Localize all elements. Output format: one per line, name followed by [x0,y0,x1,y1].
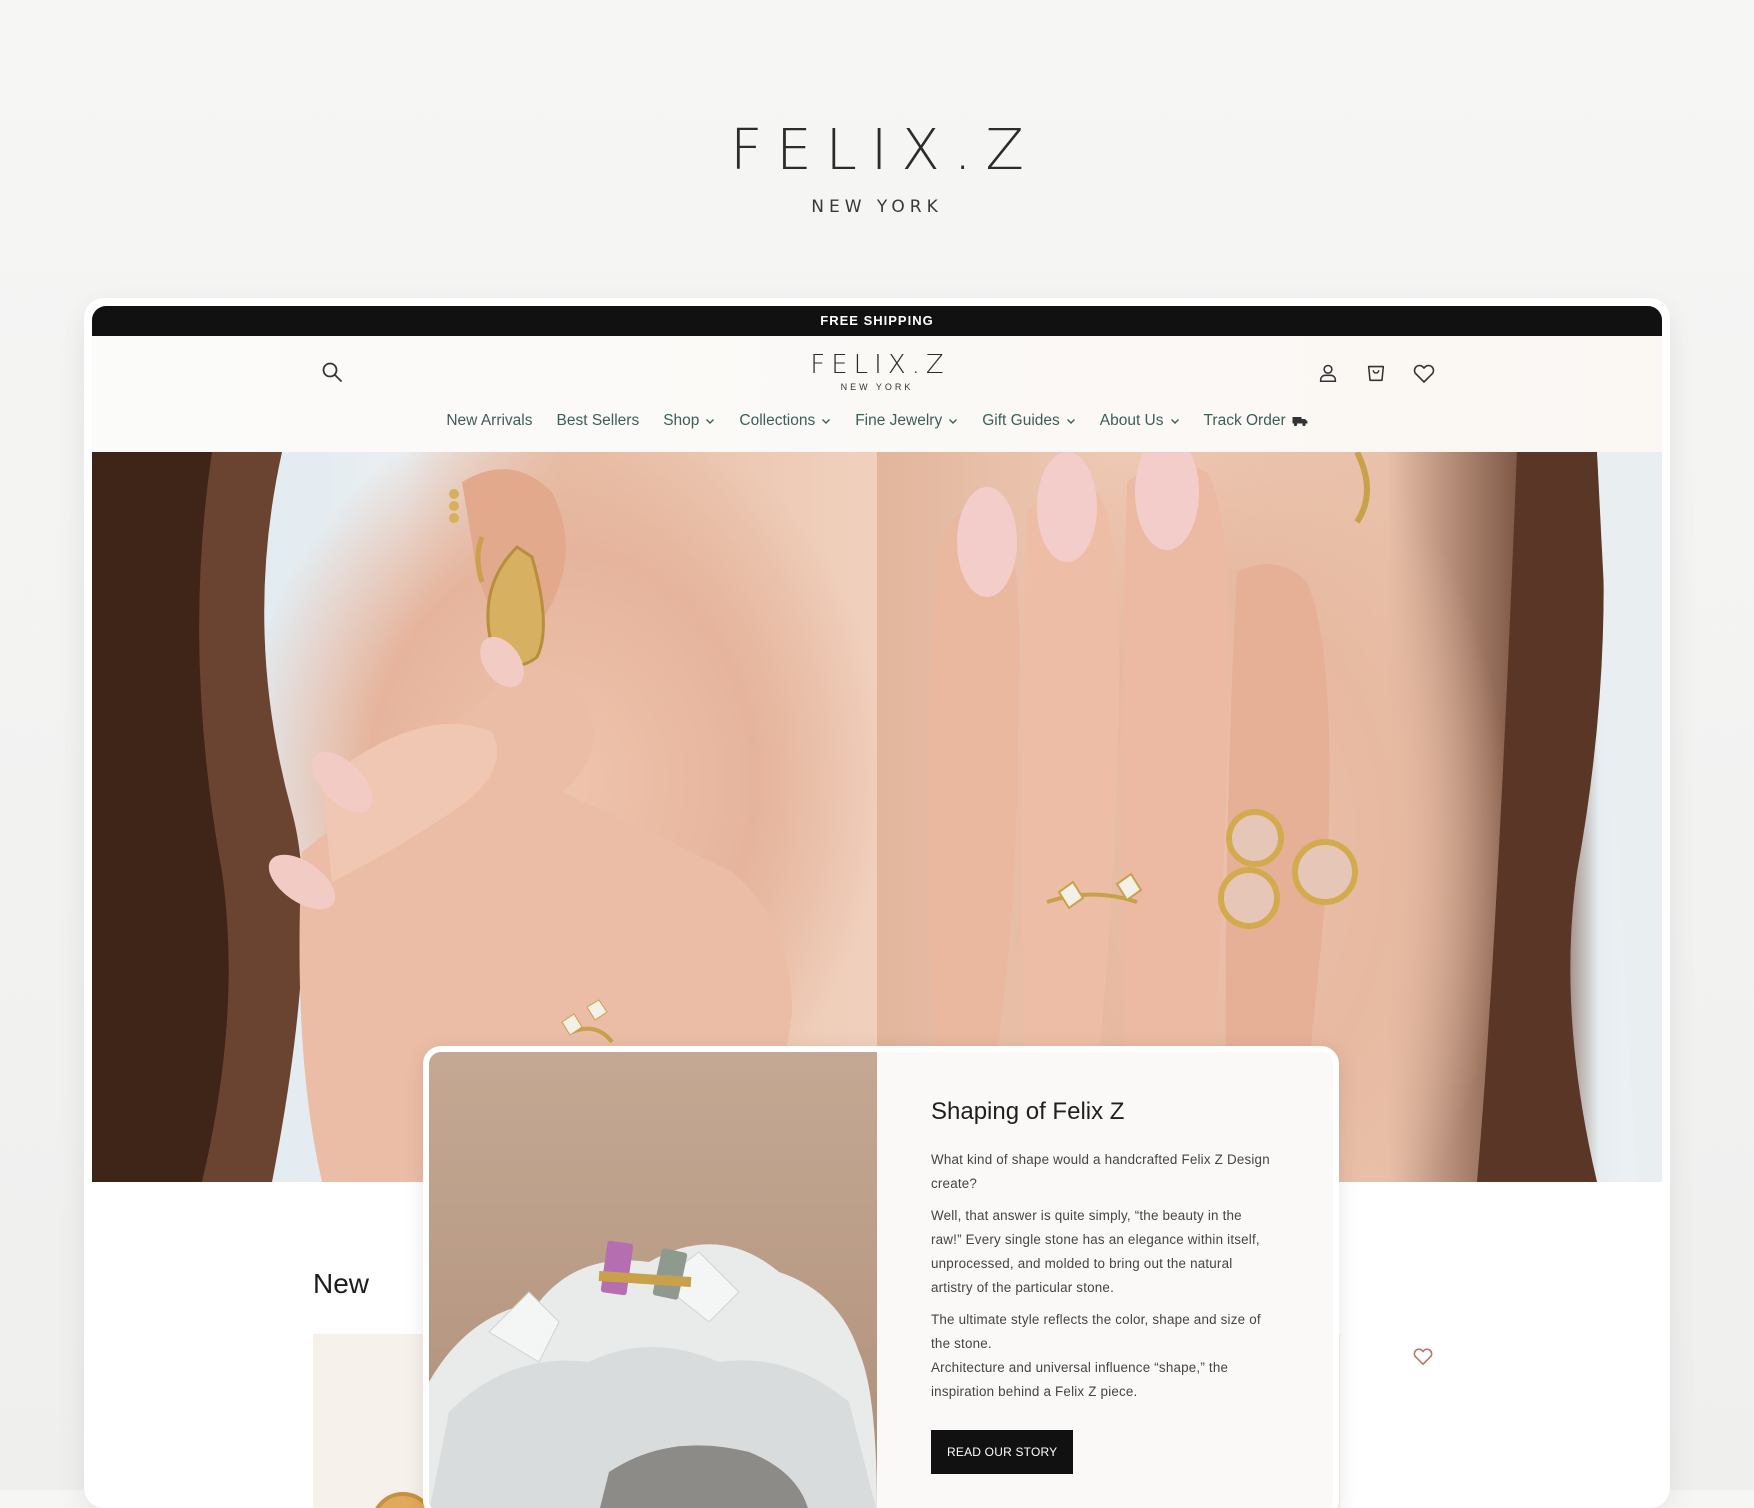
chevron-down-icon [1170,419,1179,424]
nav-label: Collections [739,412,816,429]
nav-about-us[interactable]: About Us [1100,412,1180,430]
nav-gift-guides[interactable]: Gift Guides [982,412,1076,430]
announcement-bar: FREE SHIPPING [92,306,1662,336]
chevron-down-icon [706,419,715,424]
brand-header: FELIX.Z NEW YORK [0,118,1754,217]
nav-label: Fine Jewelry [855,412,943,429]
account-icon[interactable] [1313,358,1343,388]
nav-track-order[interactable]: Track Order [1204,412,1308,430]
story-paragraph: What kind of shape would a handcrafted F… [931,1152,1270,1191]
story-paragraph: Well, that answer is quite simply, “the … [931,1208,1260,1295]
wishlist-heart-icon[interactable] [1412,1346,1434,1371]
story-title: Shaping of Felix Z [931,1098,1125,1125]
nav-collections[interactable]: Collections [739,412,831,430]
truck-icon [1292,417,1308,427]
nav-label: Gift Guides [982,412,1060,429]
wishlist-heart-icon[interactable] [1409,358,1439,388]
chevron-down-icon [822,419,831,424]
browser-frame: FREE SHIPPING FELIX.Z NEW YORK New Arriv… [84,298,1670,1508]
story-paragraph: The ultimate style reflects the color, s… [931,1312,1261,1351]
nav-label: Track Order [1203,412,1286,429]
nav-shop[interactable]: Shop [663,412,715,430]
nav-label: Best Sellers [556,412,640,429]
story-paragraph: Architecture and universal influence “sh… [931,1360,1229,1399]
nav-fine-jewelry[interactable]: Fine Jewelry [855,412,958,430]
read-our-story-button[interactable]: READ OUR STORY [931,1430,1074,1474]
chevron-down-icon [949,419,958,424]
new-section-title: New [313,1268,370,1299]
product-card[interactable] [313,1334,433,1508]
brand-name: FELIX.Z [730,118,1038,183]
site-header: FELIX.Z NEW YORK New Arrivals Best Selle… [92,336,1662,452]
brand-subtitle: NEW YORK [811,197,943,217]
nav-label: About Us [1099,412,1164,429]
nav-label: New Arrivals [446,412,533,429]
main-navigation: New Arrivals Best Sellers Shop Collectio… [92,412,1662,430]
story-card: Shaping of Felix Z What kind of shape wo… [423,1046,1339,1508]
nav-label: Shop [663,412,700,429]
nav-new-arrivals[interactable]: New Arrivals [446,412,532,430]
chevron-down-icon [1066,419,1075,424]
cart-icon[interactable] [1361,358,1391,388]
nav-best-sellers[interactable]: Best Sellers [557,412,640,430]
story-image [429,1052,877,1508]
